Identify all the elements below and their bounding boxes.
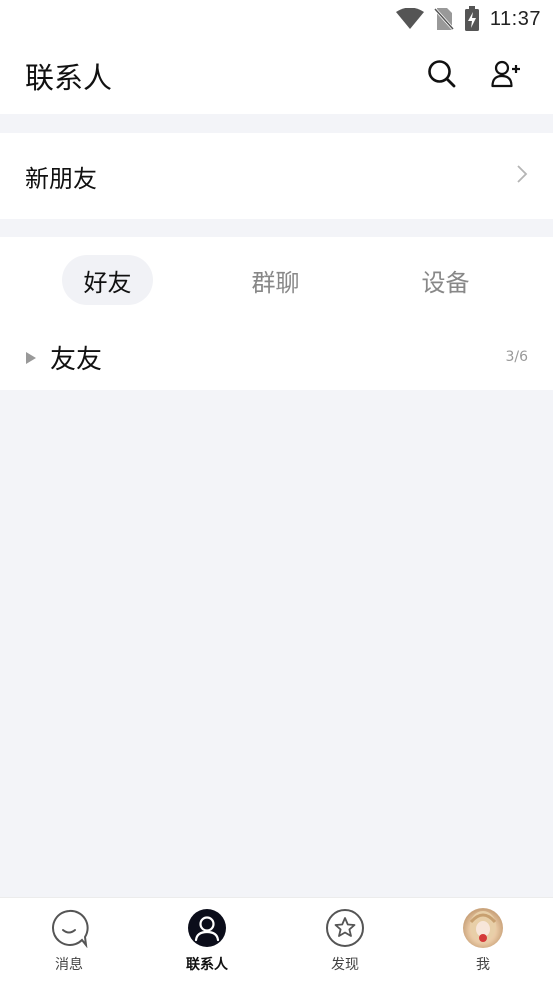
- no-sim-icon: [433, 7, 454, 31]
- new-friends-label: 新朋友: [25, 164, 97, 193]
- add-contact-button[interactable]: [484, 54, 528, 98]
- status-bar: 11:37: [0, 0, 553, 38]
- avatar: [463, 908, 503, 948]
- expand-arrow-icon: [25, 350, 37, 364]
- tab-group-chats[interactable]: 群聊: [230, 255, 321, 305]
- contacts-section: 好友 群聊 设备 友友 3/6: [0, 237, 553, 390]
- nav-contacts-label: 联系人: [186, 957, 228, 973]
- nav-discover[interactable]: 发现: [276, 898, 414, 983]
- contact-tabs: 好友 群聊 设备: [0, 255, 553, 305]
- nav-messages[interactable]: 消息: [0, 898, 138, 983]
- star-icon: [325, 908, 365, 948]
- group-name: 友友: [50, 344, 103, 375]
- nav-me-label: 我: [476, 957, 490, 973]
- add-contact-icon: [491, 59, 521, 93]
- nav-messages-label: 消息: [55, 957, 83, 973]
- avatar-wrapper: [463, 908, 503, 948]
- friend-group-row[interactable]: 友友 3/6: [0, 329, 553, 385]
- contacts-icon: [187, 908, 227, 948]
- nav-contacts[interactable]: 联系人: [138, 898, 276, 983]
- new-friends-row[interactable]: 新朋友: [0, 133, 553, 219]
- status-time: 11:37: [489, 7, 541, 30]
- tab-friends[interactable]: 好友: [62, 255, 153, 305]
- search-icon: [427, 59, 457, 93]
- page-title: 联系人: [25, 61, 113, 95]
- search-button[interactable]: [420, 54, 464, 98]
- chevron-right-icon: [516, 164, 528, 188]
- wifi-icon: [395, 8, 424, 30]
- chat-bubble-icon: [49, 908, 89, 948]
- group-count: 3/6: [505, 349, 528, 365]
- tab-devices[interactable]: 设备: [400, 255, 491, 305]
- app: 11:37 联系人 新朋友 好友 群聊 设备 友友 3/6 消息 联系人 发现 …: [0, 0, 553, 983]
- nav-discover-label: 发现: [331, 957, 359, 973]
- bottom-nav: 消息 联系人 发现 我: [0, 897, 553, 983]
- header: 联系人: [0, 38, 553, 114]
- battery-charging-icon: [464, 6, 480, 32]
- nav-me[interactable]: 我: [414, 898, 552, 983]
